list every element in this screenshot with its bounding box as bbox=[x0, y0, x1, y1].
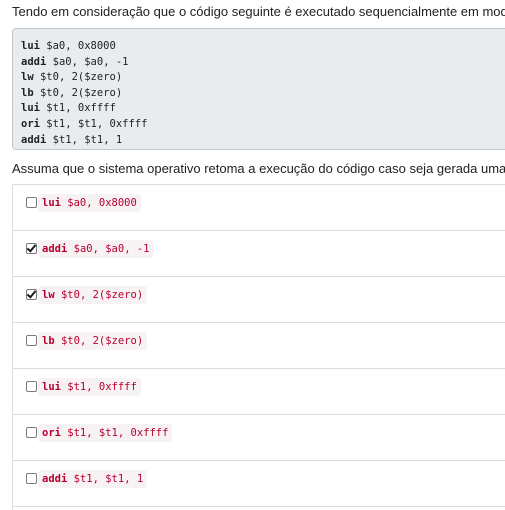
answer-option[interactable]: lw $t0, 2($zero) bbox=[13, 277, 505, 323]
question-note-text: Assuma que o sistema operativo retoma a … bbox=[12, 161, 505, 176]
code-line: ori $t1, $t1, 0xffff bbox=[21, 117, 148, 130]
answer-option[interactable]: lb $t0, 2($zero) bbox=[13, 323, 505, 369]
answer-option-code: addi $a0, $a0, -1 bbox=[38, 240, 154, 258]
answer-option-code: ori $t1, $t1, 0xffff bbox=[38, 424, 173, 442]
answer-option-code: addi $t1, $t1, 1 bbox=[38, 470, 148, 488]
answer-checkbox[interactable] bbox=[26, 473, 37, 484]
code-line: lb $t0, 2($zero) bbox=[21, 86, 123, 99]
answer-option-code: lui $t1, 0xffff bbox=[38, 378, 141, 396]
code-line: lw $t0, 2($zero) bbox=[21, 71, 123, 84]
answer-options-list: lui $a0, 0x8000 addi $a0, $a0, -1 lw $t0… bbox=[12, 184, 505, 510]
answer-checkbox[interactable] bbox=[26, 243, 37, 254]
answer-checkbox[interactable] bbox=[26, 197, 37, 208]
answer-option-code: lb $t0, 2($zero) bbox=[38, 332, 148, 350]
code-line: addi $a0, $a0, -1 bbox=[21, 55, 129, 68]
answer-option[interactable]: ori $t1, $t1, 0xffff bbox=[13, 415, 505, 461]
question-intro-text: Tendo em consideração que o código segui… bbox=[12, 4, 505, 19]
answer-checkbox[interactable] bbox=[26, 427, 37, 438]
answer-checkbox[interactable] bbox=[26, 335, 37, 346]
answer-option-code: lw $t0, 2($zero) bbox=[38, 286, 148, 304]
code-block: lui $a0, 0x8000 addi $a0, $a0, -1 lw $t0… bbox=[12, 28, 505, 150]
code-line: lui $t1, 0xffff bbox=[21, 102, 116, 115]
answer-option[interactable]: lui $a0, 0x8000 bbox=[13, 185, 505, 231]
code-line: addi $t1, $t1, 1 bbox=[21, 133, 123, 146]
answer-checkbox[interactable] bbox=[26, 289, 37, 300]
answer-option-code: lui $a0, 0x8000 bbox=[38, 194, 141, 212]
answer-option[interactable]: addi $a0, $a0, -1 bbox=[13, 231, 505, 277]
answer-option[interactable]: addi $t1, $t1, 1 bbox=[13, 461, 505, 507]
answer-option[interactable]: lui $t1, 0xffff bbox=[13, 369, 505, 415]
answer-checkbox[interactable] bbox=[26, 381, 37, 392]
code-line: lui $a0, 0x8000 bbox=[21, 40, 116, 52]
